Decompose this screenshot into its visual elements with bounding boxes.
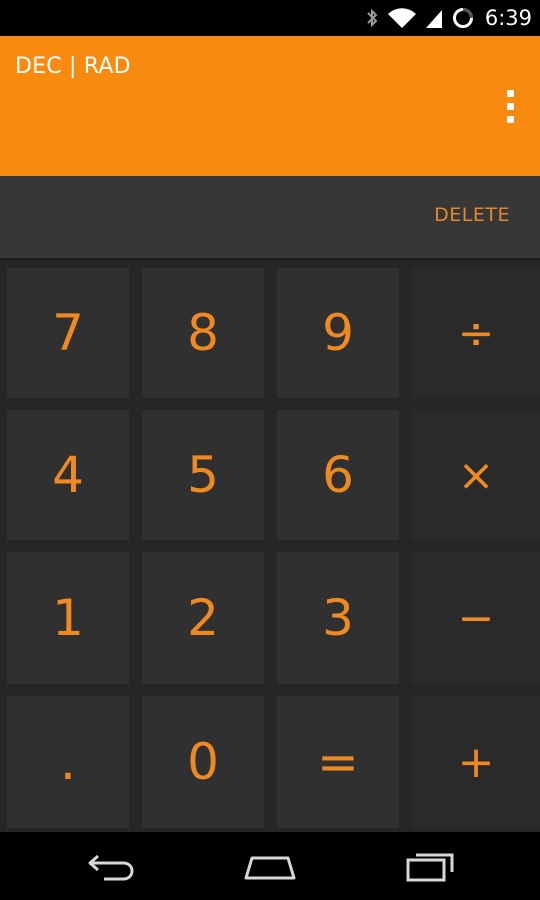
navigation-bar [0,832,540,900]
calculator-screen: 6:39 DEC | RAD DELETE 7 8 9 ÷ 4 5 6 × 1 … [0,0,540,900]
delete-button[interactable]: DELETE [434,204,510,226]
recent-apps-icon[interactable] [400,846,460,886]
delete-row: DELETE [0,176,540,260]
sync-icon [451,6,475,30]
subtract-button[interactable]: − [412,552,540,684]
key-4[interactable]: 4 [7,410,129,540]
key-3[interactable]: 3 [277,552,399,684]
key-2[interactable]: 2 [142,552,264,684]
multiply-button[interactable]: × [412,410,540,540]
status-bar: 6:39 [0,0,540,36]
cell-signal-icon [425,7,443,29]
status-time: 6:39 [484,6,532,30]
key-7[interactable]: 7 [7,268,129,398]
wifi-icon [387,7,417,29]
bluetooth-icon [365,7,379,29]
status-icons: 6:39 [365,0,532,36]
keypad: 7 8 9 ÷ 4 5 6 × 1 2 3 − . 0 = + [0,260,540,832]
overflow-menu-icon[interactable] [505,90,515,124]
key-0[interactable]: 0 [142,696,264,828]
home-icon[interactable] [240,846,300,886]
calculator-display: DEC | RAD [0,36,540,176]
key-6[interactable]: 6 [277,410,399,540]
key-5[interactable]: 5 [142,410,264,540]
back-icon[interactable] [84,846,144,886]
key-1[interactable]: 1 [7,552,129,684]
divide-button[interactable]: ÷ [412,268,540,398]
equals-button[interactable]: = [277,696,399,828]
key-8[interactable]: 8 [142,268,264,398]
angle-mode-label[interactable]: DEC | RAD [15,54,131,79]
key-9[interactable]: 9 [277,268,399,398]
decimal-point-button[interactable]: . [7,696,129,828]
add-button[interactable]: + [412,696,540,828]
